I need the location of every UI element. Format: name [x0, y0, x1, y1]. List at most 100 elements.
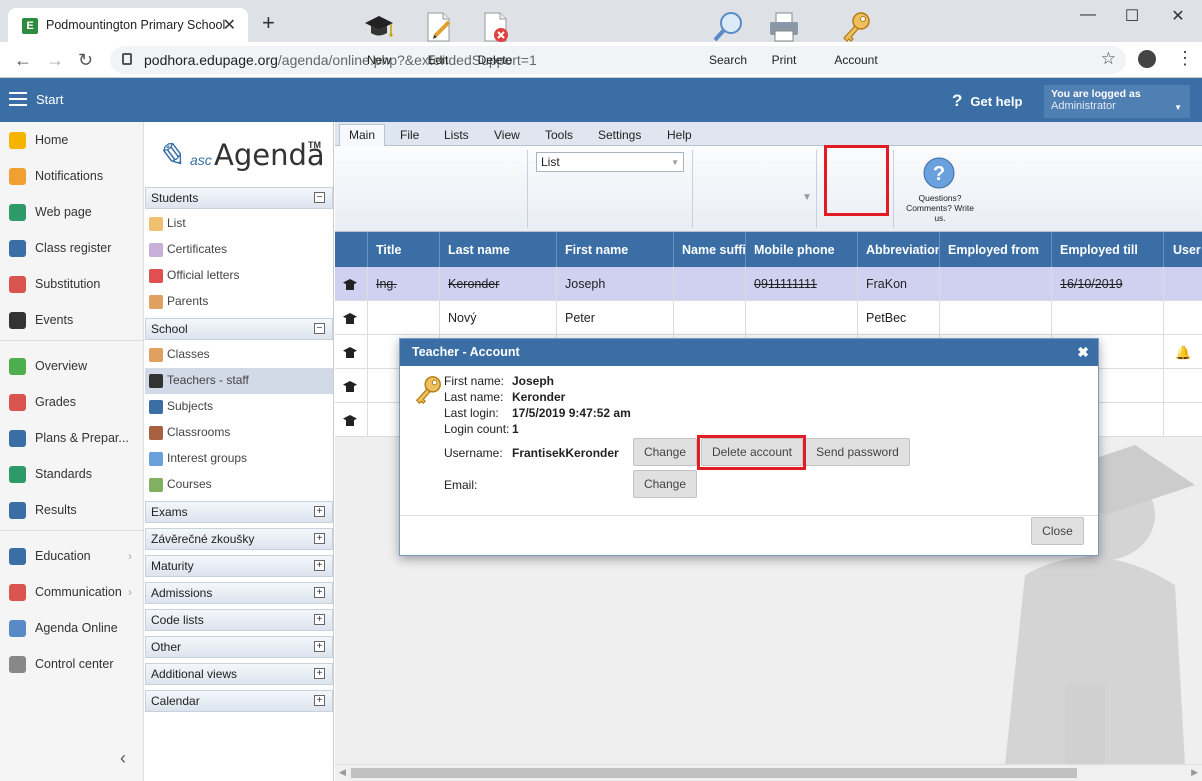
- column-header-mobile-phone[interactable]: Mobile phone: [754, 243, 854, 257]
- nav-item-communication[interactable]: Communication ›: [0, 574, 144, 610]
- change-email-button[interactable]: Change: [633, 470, 697, 498]
- students-item-certificates[interactable]: Certificates: [145, 237, 333, 263]
- cell-last[interactable]: Keronder: [448, 277, 499, 291]
- delete-button[interactable]: Delete: [474, 10, 516, 67]
- questions-button[interactable]: ?: [922, 156, 956, 193]
- tab-main[interactable]: Main: [349, 128, 375, 142]
- collapse-icon[interactable]: −: [314, 192, 325, 203]
- send-password-button[interactable]: Send password: [805, 438, 910, 466]
- get-help-link[interactable]: ? Get help: [952, 91, 1022, 111]
- tab-lists[interactable]: Lists: [444, 128, 469, 142]
- school-item-classes[interactable]: Classes: [145, 342, 333, 368]
- nav-item-class-register[interactable]: Class register: [0, 230, 144, 266]
- cell-title[interactable]: Ing.: [376, 277, 397, 291]
- nav-item-results[interactable]: Results: [0, 492, 144, 528]
- tab-tools[interactable]: Tools: [545, 128, 573, 142]
- url-field[interactable]: podhora.edupage.org/agenda/online.php?&e…: [110, 46, 1126, 74]
- expand-icon[interactable]: +: [314, 641, 325, 652]
- scroll-right-icon[interactable]: ▶: [1191, 767, 1198, 778]
- cell-abbr[interactable]: FraKon: [866, 277, 907, 291]
- cell-last[interactable]: Nový: [448, 311, 476, 325]
- section-3[interactable]: Admissions +: [145, 582, 333, 604]
- new-tab-button[interactable]: +: [262, 10, 275, 36]
- section-1[interactable]: Závěrečné zkoušky +: [145, 528, 333, 550]
- students-item-parents[interactable]: Parents: [145, 289, 333, 315]
- nav-item-grades[interactable]: Grades: [0, 384, 144, 420]
- dialog-close-icon[interactable]: ✖: [1077, 344, 1089, 361]
- nav-item-events[interactable]: Events: [0, 302, 144, 338]
- nav-item-plans-prepar[interactable]: Plans & Prepar...: [0, 420, 144, 456]
- column-header-abbreviation[interactable]: Abbreviation: [866, 243, 940, 257]
- tab-settings[interactable]: Settings: [598, 128, 641, 142]
- change-username-button[interactable]: Change: [633, 438, 697, 466]
- students-item-official-letters[interactable]: Official letters: [145, 263, 333, 289]
- tab-close-icon[interactable]: ✕: [223, 15, 236, 35]
- tab-view[interactable]: View: [494, 128, 520, 142]
- students-item-list[interactable]: List: [145, 211, 333, 237]
- cell-first[interactable]: Joseph: [565, 277, 605, 291]
- nav-item-notifications[interactable]: Notifications: [0, 158, 144, 194]
- new-button[interactable]: New: [358, 10, 400, 67]
- expand-icon[interactable]: +: [314, 506, 325, 517]
- section-students[interactable]: Students −: [145, 187, 333, 209]
- tab-help[interactable]: Help: [667, 128, 692, 142]
- print-dropdown-icon[interactable]: ▼: [802, 192, 812, 203]
- user-menu[interactable]: You are logged as Administrator ▼: [1044, 85, 1190, 118]
- extension-icon[interactable]: [1138, 50, 1156, 68]
- school-item-classrooms[interactable]: Classrooms: [145, 420, 333, 446]
- edit-button[interactable]: Edit: [420, 10, 456, 67]
- nav-item-education[interactable]: Education ›: [0, 538, 144, 574]
- section-2[interactable]: Maturity +: [145, 555, 333, 577]
- column-header-title[interactable]: Title: [376, 243, 436, 257]
- column-header-employed-from[interactable]: Employed from: [948, 243, 1048, 257]
- cell-first[interactable]: Peter: [565, 311, 595, 325]
- section-4[interactable]: Code lists +: [145, 609, 333, 631]
- forward-arrow-icon[interactable]: →: [46, 50, 64, 71]
- scroll-thumb[interactable]: [351, 768, 1077, 778]
- nav-item-control-center[interactable]: Control center: [0, 646, 144, 682]
- column-header-user[interactable]: User: [1173, 243, 1202, 257]
- nav-item-web-page[interactable]: Web page: [0, 194, 144, 230]
- account-button[interactable]: Account: [830, 10, 882, 67]
- expand-icon[interactable]: +: [314, 533, 325, 544]
- window-maximize-button[interactable]: ☐: [1112, 6, 1152, 26]
- school-item-teachers-staff[interactable]: Teachers - staff: [145, 368, 333, 394]
- view-select[interactable]: List ▼: [536, 152, 684, 172]
- browser-tab[interactable]: E Podmountington Primary School ✕: [8, 8, 248, 42]
- section-school[interactable]: School −: [145, 318, 333, 340]
- collapse-sidebar-icon[interactable]: ‹: [120, 748, 126, 769]
- browser-menu-icon[interactable]: ⋮: [1176, 48, 1194, 69]
- column-header-last-name[interactable]: Last name: [448, 243, 553, 257]
- nav-item-standards[interactable]: Standards: [0, 456, 144, 492]
- close-button[interactable]: Close: [1031, 517, 1084, 545]
- school-item-courses[interactable]: Courses: [145, 472, 333, 498]
- window-close-button[interactable]: ✕: [1158, 6, 1198, 26]
- start-link[interactable]: Start: [36, 92, 63, 107]
- cell-mobile[interactable]: 0911111111: [754, 277, 817, 291]
- expand-icon[interactable]: +: [314, 668, 325, 679]
- section-0[interactable]: Exams +: [145, 501, 333, 523]
- horizontal-scrollbar[interactable]: ◀ ▶: [335, 764, 1202, 781]
- school-item-subjects[interactable]: Subjects: [145, 394, 333, 420]
- section-5[interactable]: Other +: [145, 636, 333, 658]
- section-6[interactable]: Additional views +: [145, 663, 333, 685]
- questions-label[interactable]: Questions? Comments? Write us.: [900, 193, 980, 223]
- search-button[interactable]: Search: [706, 10, 750, 67]
- expand-icon[interactable]: +: [314, 614, 325, 625]
- scroll-left-icon[interactable]: ◀: [339, 767, 346, 778]
- nav-item-home[interactable]: Home: [0, 122, 144, 158]
- column-header-first-name[interactable]: First name: [565, 243, 670, 257]
- nav-item-agenda-online[interactable]: Agenda Online: [0, 610, 144, 646]
- cell-abbr[interactable]: PetBec: [866, 311, 906, 325]
- school-item-interest-groups[interactable]: Interest groups: [145, 446, 333, 472]
- tab-file[interactable]: File: [400, 128, 419, 142]
- column-header-name-suffix[interactable]: Name suffix: [682, 243, 746, 257]
- section-7[interactable]: Calendar +: [145, 690, 333, 712]
- collapse-icon[interactable]: −: [314, 323, 325, 334]
- column-header-employed-till[interactable]: Employed till: [1060, 243, 1160, 257]
- nav-item-overview[interactable]: Overview: [0, 348, 144, 384]
- back-arrow-icon[interactable]: ←: [14, 50, 32, 71]
- nav-item-substitution[interactable]: Substitution: [0, 266, 144, 302]
- hamburger-menu-icon[interactable]: [9, 92, 27, 106]
- expand-icon[interactable]: +: [314, 587, 325, 598]
